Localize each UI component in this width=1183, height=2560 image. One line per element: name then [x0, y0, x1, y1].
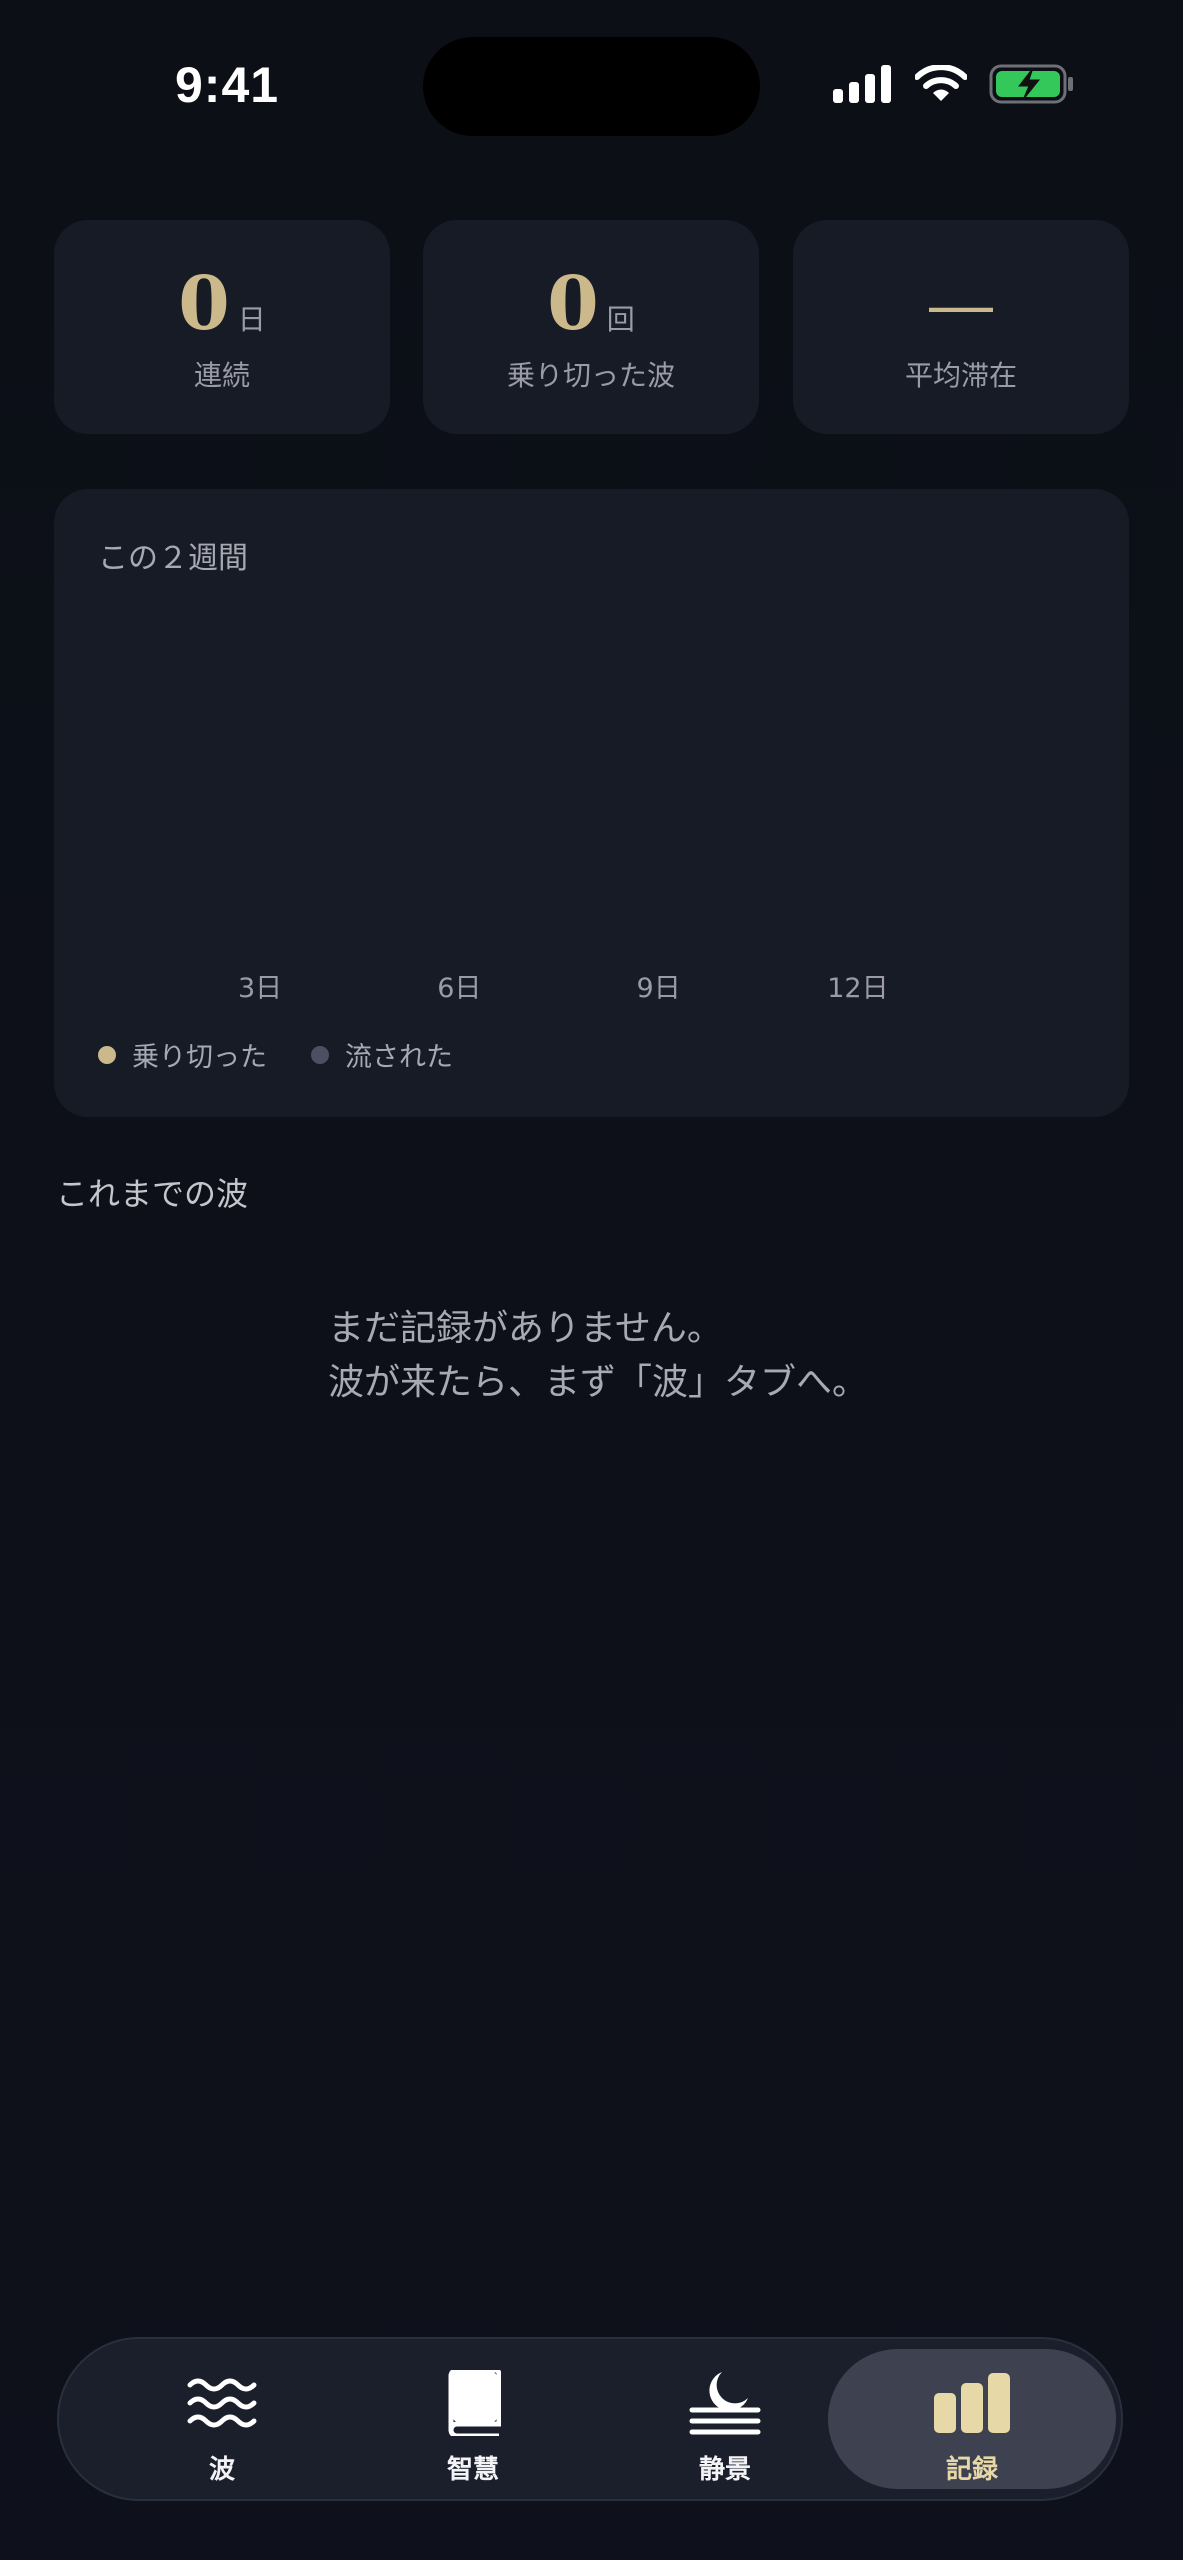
stat-value: 0 [178, 261, 230, 347]
tab-label: 記録 [945, 2455, 998, 2485]
tab-calm[interactable]: 静景 [596, 2349, 854, 2489]
tab-label: 静景 [698, 2455, 751, 2485]
wifi-icon [915, 65, 967, 101]
moon-icon [689, 2372, 761, 2435]
stat-card-streak: 0 日 連続 [54, 220, 390, 434]
stat-unit: 回 [606, 303, 635, 336]
stat-label: 乗り切った波 [506, 359, 675, 392]
battery-charging-icon [989, 64, 1073, 104]
book-icon [448, 2370, 501, 2436]
chart-legend: 乗り切った 流された [98, 1035, 453, 1074]
empty-state-message: まだ記録がありません。 波が来たら、まず「波」タブへ。 [328, 1302, 868, 1410]
stat-unit: 日 [237, 303, 266, 336]
signal-icon [833, 65, 891, 103]
empty-state-line: まだ記録がありません。 [328, 1308, 723, 1349]
tab-records[interactable]: 記録 [828, 2349, 1116, 2489]
two-week-chart-card: この２週間 3日 6日 9日 12日 乗り切った 流された [54, 489, 1129, 1117]
waves-icon [187, 2378, 257, 2428]
legend-dot-ridden [98, 1045, 116, 1064]
legend-label: 流された [345, 1042, 453, 1073]
stat-value: — [929, 268, 993, 340]
stat-label: 平均滞在 [904, 359, 1017, 392]
chart-tick-label: 9日 [637, 973, 681, 1004]
tab-wave[interactable]: 波 [93, 2349, 351, 2489]
legend-dot-swept [311, 1045, 329, 1064]
status-time: 9:41 [175, 57, 280, 113]
tab-label: 波 [208, 2455, 235, 2485]
legend-item-ridden: 乗り切った [98, 1035, 267, 1074]
status-icons [833, 64, 1075, 104]
chart-tick-label: 3日 [238, 973, 282, 1004]
empty-state-line: 波が来たら、まず「波」タブへ。 [328, 1362, 869, 1403]
tab-label: 智慧 [446, 2455, 499, 2485]
tab-bar: 波 智慧 静景 記録 [57, 2337, 1123, 2501]
stat-card-average-stay: — 平均滞在 [793, 220, 1129, 434]
stat-card-waves-ridden: 0 回 乗り切った波 [423, 220, 759, 434]
tab-wisdom[interactable]: 智慧 [344, 2349, 602, 2489]
history-section-title: これまでの波 [56, 1175, 249, 1213]
bar-chart-icon [934, 2373, 1010, 2433]
stat-label: 連続 [193, 359, 250, 392]
stat-value: 0 [547, 261, 599, 347]
chart-tick-label: 12日 [827, 973, 888, 1004]
chart-tick-label: 6日 [437, 973, 481, 1004]
legend-item-swept: 流された [311, 1035, 453, 1074]
dynamic-island [423, 37, 760, 136]
legend-label: 乗り切った [132, 1042, 267, 1073]
two-week-bar-chart: 3日 6日 9日 12日 [238, 973, 889, 1004]
